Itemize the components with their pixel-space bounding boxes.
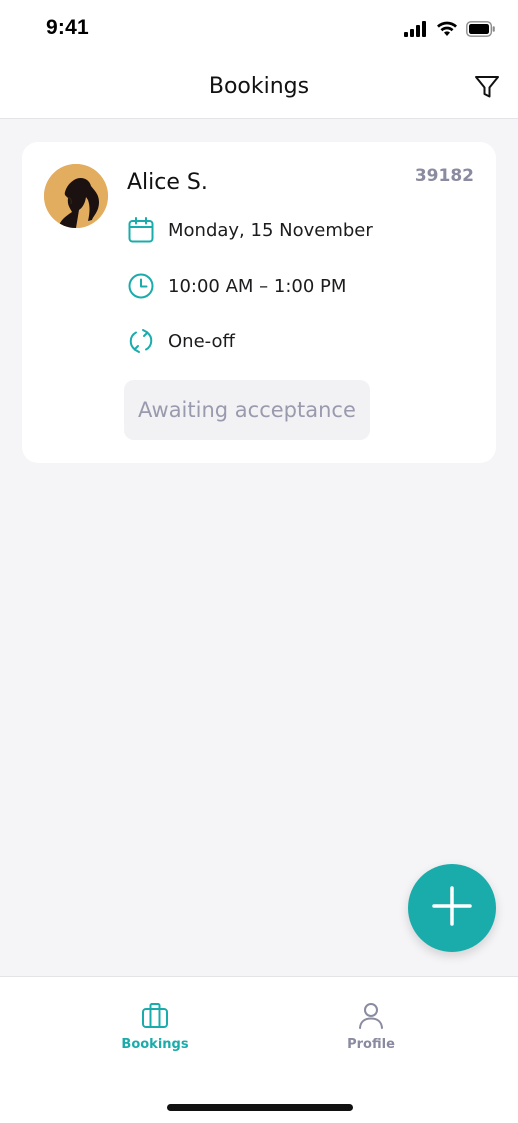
booking-id: 39182 xyxy=(414,166,474,186)
filter-button[interactable] xyxy=(472,74,502,104)
status-bar: 9:41 xyxy=(0,0,518,60)
avatar xyxy=(44,164,108,228)
booking-date-row: Monday, 15 November xyxy=(126,215,373,245)
booking-time: 10:00 AM – 1:00 PM xyxy=(168,275,347,297)
briefcase-icon xyxy=(140,1001,170,1031)
status-badge: Awaiting acceptance xyxy=(124,380,370,440)
tab-bar: Bookings Profile xyxy=(0,976,518,1123)
booking-time-row: 10:00 AM – 1:00 PM xyxy=(126,271,346,301)
plus-icon xyxy=(432,885,472,931)
home-indicator xyxy=(167,1104,353,1111)
wifi-icon xyxy=(436,21,458,42)
booking-frequency-row: One-off xyxy=(126,326,235,356)
tab-profile[interactable]: Profile xyxy=(311,1001,431,1061)
booking-card[interactable]: Alice S. 39182 Monday, 15 November 10:00… xyxy=(22,142,496,463)
client-name: Alice S. xyxy=(127,170,208,195)
battery-icon xyxy=(466,20,496,42)
tab-bookings[interactable]: Bookings xyxy=(95,1001,215,1061)
status-icons xyxy=(404,20,496,42)
clock-icon xyxy=(126,271,156,301)
tab-profile-label: Profile xyxy=(347,1037,395,1052)
repeat-icon xyxy=(126,326,156,356)
add-booking-button[interactable] xyxy=(408,864,496,952)
page-title: Bookings xyxy=(208,74,310,99)
tab-bookings-label: Bookings xyxy=(121,1037,189,1052)
cellular-signal-icon xyxy=(404,20,428,42)
booking-frequency: One-off xyxy=(168,330,235,352)
filter-icon xyxy=(473,73,501,106)
status-time: 9:41 xyxy=(46,16,89,39)
header: Bookings xyxy=(0,60,518,119)
person-icon xyxy=(356,1001,386,1031)
calendar-icon xyxy=(126,215,156,245)
booking-date: Monday, 15 November xyxy=(168,219,373,241)
